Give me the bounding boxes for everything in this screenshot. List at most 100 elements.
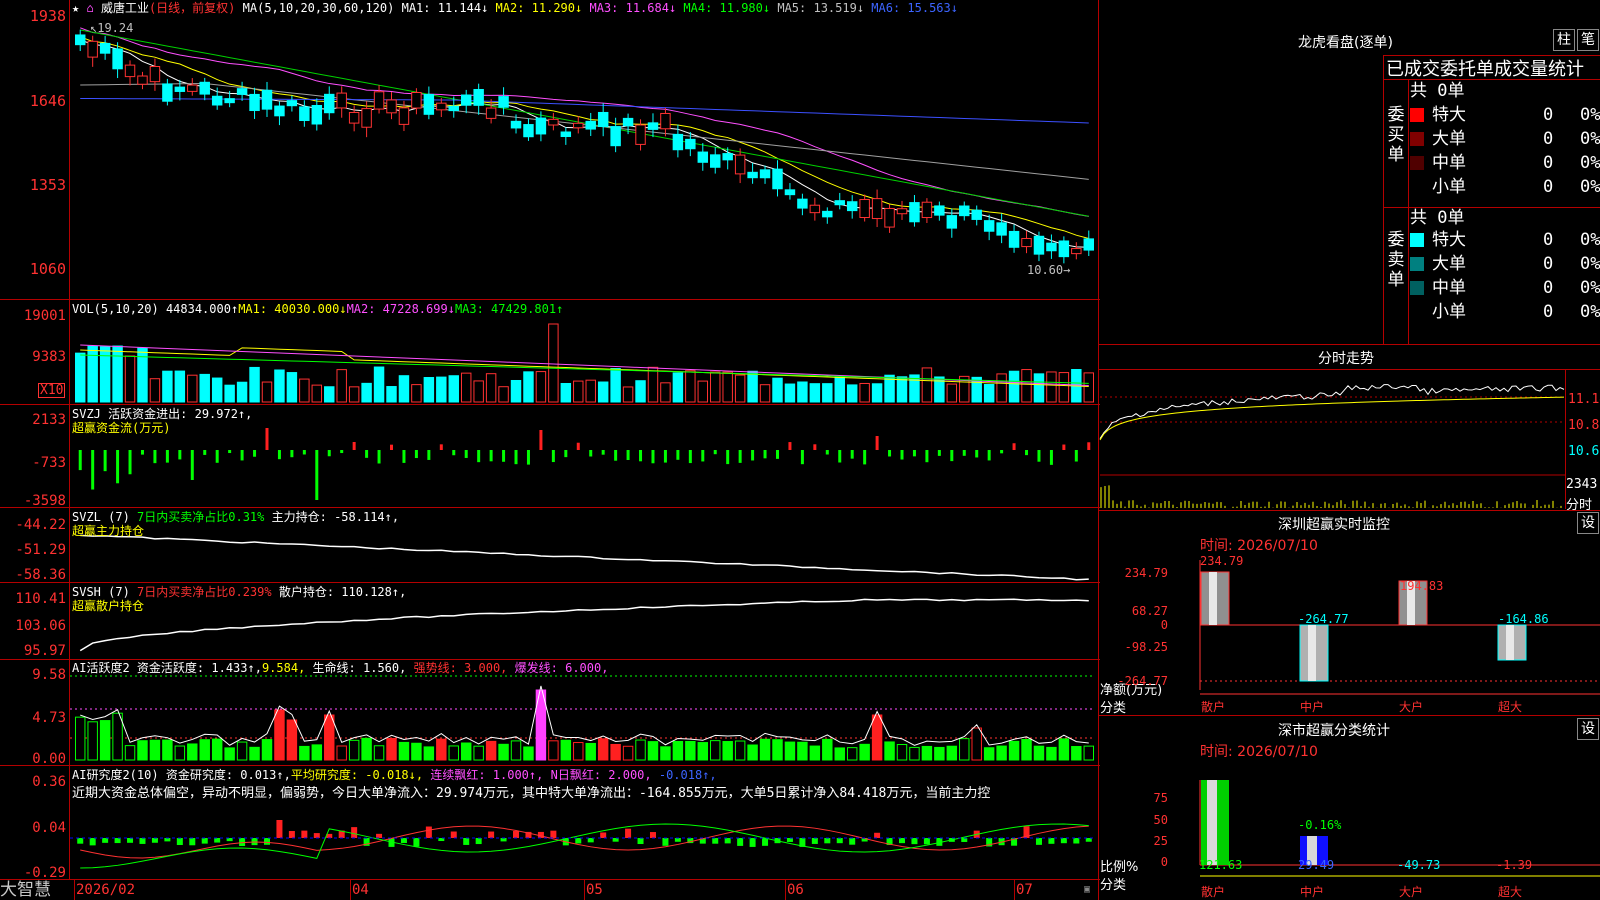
lock-icon[interactable]: ▣ xyxy=(1084,884,1090,895)
chart-mark xyxy=(498,743,509,761)
chart-mark xyxy=(909,202,920,223)
chart-mark xyxy=(274,369,285,403)
chart-mark xyxy=(1049,450,1053,465)
row-name: 大单 xyxy=(1432,129,1466,149)
chart-mark xyxy=(485,373,497,403)
row-count: 0 xyxy=(1543,278,1554,298)
chart-mark xyxy=(510,120,522,129)
chart-mark xyxy=(884,207,895,228)
favorite-icon[interactable]: ⌂ xyxy=(86,1,93,15)
chart-mark xyxy=(174,86,186,92)
price-tick: 11.14 xyxy=(1568,392,1600,407)
y-tick: -0.29 xyxy=(23,865,66,881)
bar-value: 194.83 xyxy=(1400,579,1444,593)
chart-mark xyxy=(912,450,916,457)
chart-mark xyxy=(475,838,482,845)
y-tick: -58.36 xyxy=(15,567,66,583)
chart-mark xyxy=(439,444,443,450)
chart-mark xyxy=(473,745,484,761)
y-tick: 9.58 xyxy=(32,667,66,683)
y-tick: 2133 xyxy=(32,412,66,428)
category-label: 中户 xyxy=(1300,700,1325,714)
chart-mark xyxy=(311,384,323,403)
chart-mark xyxy=(162,83,173,102)
chart-mark xyxy=(1021,369,1032,403)
chart-mark xyxy=(189,838,196,846)
chart-mark xyxy=(140,450,144,455)
buy-row: 大单 0 0% xyxy=(1410,128,1600,150)
y-tick: -51.29 xyxy=(15,542,66,558)
chart-mark xyxy=(747,171,758,179)
chart-mark xyxy=(1071,248,1082,255)
chart-mark xyxy=(647,741,659,761)
chart-mark xyxy=(900,450,904,460)
row-name: 特大 xyxy=(1432,105,1466,125)
chart-mark xyxy=(361,382,372,403)
classify-settings-button[interactable]: 设 xyxy=(1577,718,1599,740)
color-swatch xyxy=(1410,180,1424,194)
chart-mark xyxy=(87,721,98,761)
chart-mark xyxy=(710,371,721,403)
chart-mark xyxy=(710,154,721,168)
chart-mark xyxy=(340,450,344,454)
chart-mark xyxy=(352,442,356,450)
chart-mark xyxy=(348,386,360,403)
chart-mark xyxy=(450,831,457,838)
chart-mark xyxy=(75,352,86,403)
monitor-settings-button[interactable]: 设 xyxy=(1577,512,1599,534)
chart-mark xyxy=(759,384,771,403)
chart-mark xyxy=(299,745,310,761)
y-tick: 50 xyxy=(1153,813,1168,827)
sell-row: 大单 0 0% xyxy=(1410,253,1600,275)
chart-mark xyxy=(460,742,472,761)
bar-view-button[interactable]: 柱 xyxy=(1553,29,1575,51)
y-tick: 234.79 xyxy=(1124,566,1168,580)
chart-mark xyxy=(373,745,385,761)
chart-mark xyxy=(635,739,646,761)
category-label: 超大 xyxy=(1498,885,1523,899)
chart-mark xyxy=(1062,444,1066,450)
divider xyxy=(0,659,1100,660)
chart-mark xyxy=(526,450,530,465)
chart-mark xyxy=(738,450,742,463)
tick-view-button[interactable]: 笔 xyxy=(1577,29,1599,51)
chart-mark xyxy=(261,89,273,110)
vol-header: VOL(5,10,20) 44834.000↑MA1: 40030.000↓MA… xyxy=(72,302,564,316)
y-tick: 68.27 xyxy=(1131,604,1168,618)
chart-mark xyxy=(324,93,335,114)
chart-mark xyxy=(87,345,98,403)
buy-row: 小单 0 0% xyxy=(1410,176,1600,198)
chart-mark xyxy=(236,88,248,95)
chart-mark xyxy=(674,838,681,842)
row-name: 小单 xyxy=(1432,177,1466,197)
chart-mark xyxy=(336,92,347,109)
chart-mark xyxy=(99,720,111,761)
chart-mark xyxy=(348,739,360,761)
chart-mark xyxy=(688,450,692,464)
chart-mark xyxy=(809,745,821,761)
chart-mark xyxy=(1058,372,1070,403)
chart-mark xyxy=(400,838,407,843)
y-tick: -264.77 xyxy=(1117,674,1168,688)
chart-mark xyxy=(983,220,995,232)
chart-mark xyxy=(112,712,123,761)
chart-mark xyxy=(784,741,796,761)
panel-divider xyxy=(1098,0,1099,900)
x-tick-mark xyxy=(785,880,786,900)
chart-mark xyxy=(825,450,829,455)
chart-mark xyxy=(398,375,410,403)
chart-mark xyxy=(485,107,497,119)
chart-mark xyxy=(1033,745,1045,761)
bar-value: 234.79 xyxy=(1200,554,1244,568)
row-pct: 0% xyxy=(1580,177,1600,197)
chart-mark xyxy=(573,380,584,403)
chart-mark xyxy=(301,830,308,838)
chart-mark xyxy=(786,838,793,842)
chart-mark xyxy=(724,838,731,844)
chart-mark xyxy=(710,740,721,761)
chart-mark xyxy=(637,838,644,845)
chart-mark xyxy=(460,94,472,106)
chart-mark xyxy=(249,93,260,112)
chart-mark xyxy=(87,40,98,58)
chart-mark xyxy=(411,92,422,109)
